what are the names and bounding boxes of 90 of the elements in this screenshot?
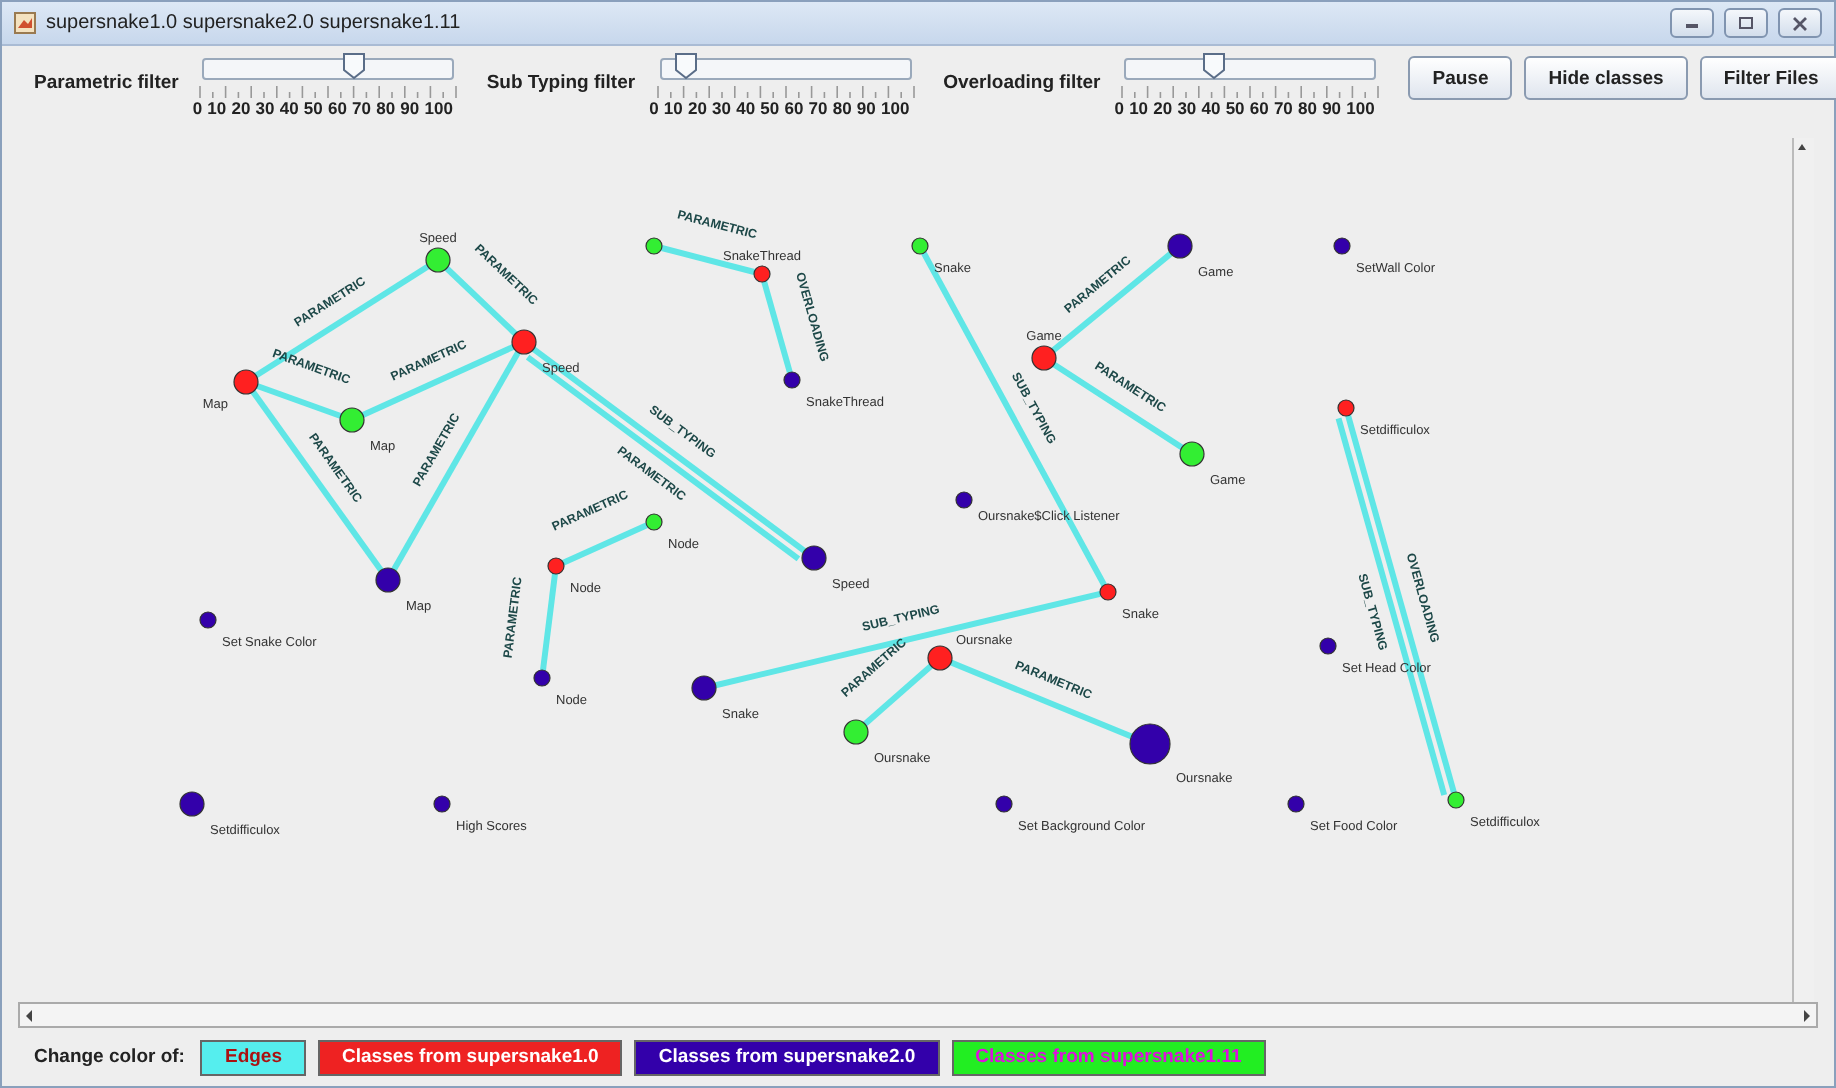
minimize-button[interactable] — [1670, 8, 1714, 38]
graph-node[interactable] — [233, 369, 259, 395]
horizontal-scrollbar[interactable] — [18, 1002, 1818, 1028]
tick-label: 20 — [687, 98, 707, 118]
slider-thumb[interactable] — [1201, 52, 1226, 80]
tick-label: 60 — [784, 98, 804, 118]
maximize-icon — [1738, 16, 1754, 30]
tick-label: 20 — [1153, 98, 1173, 118]
graph-node[interactable] — [995, 795, 1013, 813]
tick-label: 90 — [400, 98, 420, 118]
tick-label: 10 — [663, 98, 683, 118]
toolbar-button[interactable]: Filter Files — [1699, 56, 1836, 100]
slider-thumb[interactable] — [673, 52, 698, 80]
tick-label: 40 — [1201, 98, 1221, 118]
tick-label: 60 — [327, 98, 347, 118]
tick-label: 0 — [649, 98, 659, 118]
tick-label: 50 — [760, 98, 780, 118]
graph-node[interactable] — [425, 247, 451, 273]
tick-label: 30 — [255, 98, 275, 118]
tick-label: 70 — [352, 98, 372, 118]
slider-track[interactable] — [202, 58, 455, 80]
tick-label: 20 — [231, 98, 251, 118]
graph-node[interactable] — [955, 491, 973, 509]
toolbar-button[interactable]: Pause — [1408, 56, 1513, 100]
tick-label: 40 — [736, 98, 756, 118]
tick-label: 40 — [279, 98, 299, 118]
graph-node[interactable] — [1333, 237, 1351, 255]
filter-label: Parametric filter — [34, 72, 179, 94]
tick-label: 0 — [1114, 98, 1124, 118]
graph-node[interactable] — [199, 611, 217, 629]
graph-edge — [540, 573, 558, 671]
graph-node[interactable] — [843, 719, 869, 745]
tick-label: 100 — [880, 98, 910, 118]
maximize-button[interactable] — [1724, 8, 1768, 38]
scroll-right-icon — [1800, 1007, 1816, 1023]
filter-label: Overloading filter — [943, 72, 1101, 94]
graph-node[interactable] — [1031, 345, 1057, 371]
tick-label: 70 — [808, 98, 828, 118]
graph-node[interactable] — [1099, 583, 1117, 601]
graph-node[interactable] — [1167, 233, 1193, 259]
close-button[interactable] — [1778, 8, 1822, 38]
tick-label: 10 — [207, 98, 227, 118]
window-title: supersnake1.0 supersnake2.0 supersnake1.11 — [46, 12, 463, 34]
tick-label: 80 — [832, 98, 852, 118]
slider-thumb[interactable] — [341, 52, 366, 80]
slider-track[interactable] — [1124, 58, 1377, 80]
graph-node[interactable] — [645, 237, 663, 255]
tick-label: 70 — [1273, 98, 1293, 118]
tick-label: 90 — [1322, 98, 1342, 118]
graph-node[interactable] — [801, 545, 827, 571]
toolbar-button[interactable]: Hide classes — [1524, 56, 1688, 100]
tick-label: 80 — [1298, 98, 1317, 118]
tick-label: 50 — [303, 98, 323, 118]
graph-node[interactable] — [783, 371, 801, 389]
graph-node[interactable] — [645, 513, 663, 531]
color-button[interactable]: Classes from supersnake2.0 — [634, 1039, 940, 1075]
tick-label: 30 — [1177, 98, 1197, 118]
tick-label: 50 — [1225, 98, 1245, 118]
graph-node[interactable] — [1129, 723, 1171, 765]
graph-node[interactable] — [691, 675, 717, 701]
graph-node[interactable] — [179, 791, 205, 817]
graph-node[interactable] — [375, 567, 401, 593]
legend-label: Change color of: — [34, 1046, 185, 1068]
graph-node[interactable] — [1337, 399, 1355, 417]
tick-label: 10 — [1129, 98, 1149, 118]
app-icon — [14, 12, 36, 34]
graph-node[interactable] — [1447, 791, 1465, 809]
close-icon — [1792, 15, 1808, 31]
tick-label: 90 — [856, 98, 876, 118]
graph-node[interactable] — [547, 557, 565, 575]
graph-node[interactable] — [1179, 441, 1205, 467]
graph-node[interactable] — [433, 795, 451, 813]
tick-label: 0 — [192, 98, 203, 118]
tick-label: 60 — [1249, 98, 1269, 118]
graph-node[interactable] — [339, 407, 365, 433]
graph-node[interactable] — [1319, 637, 1337, 655]
tick-label: 100 — [424, 98, 453, 118]
tick-label: 30 — [712, 98, 732, 118]
graph-node[interactable] — [927, 645, 953, 671]
graph-node[interactable] — [511, 329, 537, 355]
color-button[interactable]: Edges — [200, 1039, 306, 1075]
filter-label: Sub Typing filter — [486, 72, 636, 94]
graph-node[interactable] — [533, 669, 551, 687]
graph-node[interactable] — [753, 265, 771, 283]
color-button[interactable]: Classes from supersnake1.0 — [318, 1039, 623, 1075]
tick-label: 80 — [376, 98, 396, 118]
graph-node[interactable] — [911, 237, 929, 255]
slider-track[interactable] — [659, 58, 912, 80]
tick-label: 100 — [1346, 98, 1375, 118]
graph-node[interactable] — [1287, 795, 1305, 813]
